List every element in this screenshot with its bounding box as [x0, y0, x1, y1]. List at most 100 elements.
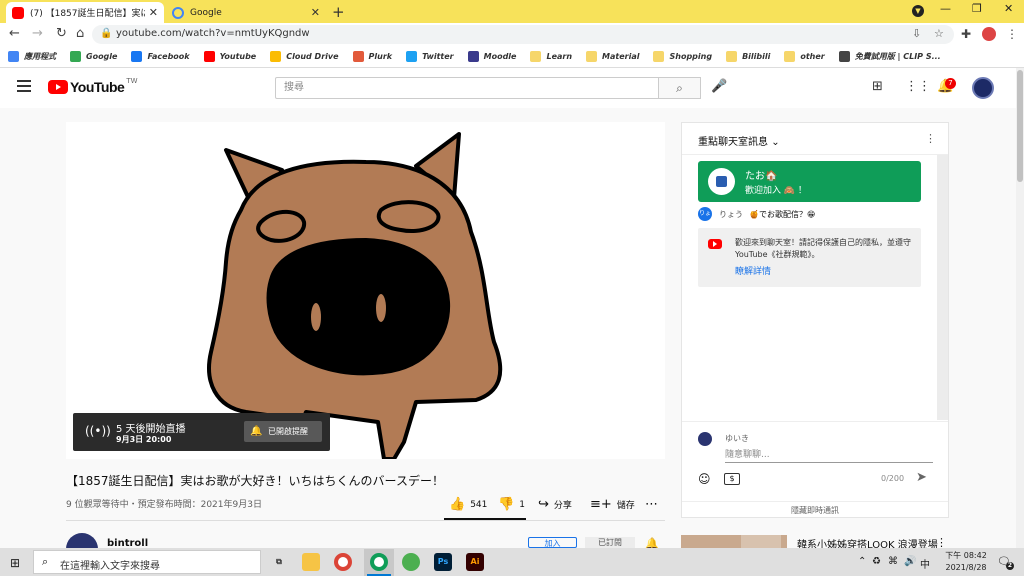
maximize-icon[interactable]: ❐	[972, 2, 982, 15]
volume-icon[interactable]: 🔊	[904, 556, 916, 567]
video-player[interactable]	[66, 122, 665, 459]
chat-input[interactable]: 隨意聊聊...	[725, 447, 933, 463]
bookmark-item[interactable]: 免費試用版 | CLIP S...	[838, 51, 941, 62]
search-input[interactable]: 搜尋	[275, 77, 659, 99]
apps-icon[interactable]: ⋮⋮	[905, 79, 931, 94]
bookmark-item[interactable]: other	[784, 51, 825, 62]
bookmark-item[interactable]: Shopping	[653, 51, 712, 62]
premiere-date: 9月3日 20:00	[116, 435, 172, 444]
ime-icon[interactable]: 中	[920, 556, 930, 571]
lock-icon[interactable]: 🔒	[100, 28, 112, 39]
thumbs-up-icon: 👍	[449, 497, 466, 512]
chat-more-icon[interactable]: ⋮	[925, 132, 936, 145]
app-icon[interactable]	[402, 553, 420, 571]
tab-google[interactable]: Google ✕	[166, 2, 326, 23]
windows-start-icon[interactable]: ⊞	[10, 556, 20, 570]
facebook-icon	[131, 51, 143, 62]
chrome-icon[interactable]	[334, 553, 352, 571]
minimize-icon[interactable]: —	[940, 2, 951, 15]
chat-mode-label: 重點聊天室訊息	[698, 137, 768, 148]
join-button[interactable]: 加入	[528, 537, 577, 548]
new-tab-button[interactable]: +	[332, 3, 345, 21]
chat-mode-dropdown[interactable]: 重點聊天室訊息 ⌄	[698, 133, 780, 148]
right-nostril	[376, 294, 386, 322]
snout	[266, 238, 451, 376]
tab-search-icon[interactable]: ▼	[912, 5, 924, 17]
input-username: ゆいき	[725, 434, 749, 443]
bookmark-item[interactable]: Youtube	[203, 51, 256, 62]
learn-more-link[interactable]: 瞭解詳情	[735, 264, 771, 277]
address-bar[interactable]: 🔒 youtube.com/watch?v=nmtUyKQgndw ⇩ ☆	[92, 25, 954, 44]
save-button[interactable]: ≡+ 儲存	[590, 497, 635, 512]
search-button[interactable]: ⌕	[659, 77, 701, 99]
bookmark-item[interactable]: Twitter	[406, 51, 454, 62]
dislike-button[interactable]: 👎 1	[498, 497, 525, 512]
google-icon	[70, 51, 81, 62]
bookmark-item[interactable]: Cloud Drive	[270, 51, 339, 62]
file-explorer-icon[interactable]	[302, 553, 320, 571]
clock[interactable]: 下午 08:42 2021/8/28	[940, 550, 992, 574]
youtube-logo[interactable]: YouTube TW	[48, 77, 138, 95]
subscribed-button[interactable]: 已訂閱	[585, 537, 635, 548]
menu-dots-icon[interactable]: ⋮	[1006, 27, 1018, 41]
save-label: 儲存	[616, 501, 635, 511]
close-window-icon[interactable]: ✕	[1004, 2, 1013, 15]
close-tab-icon[interactable]: ✕	[149, 6, 158, 19]
windows-taskbar: ⊞ ⌕ 在這裡輸入文字來搜尋 ⧉ Ps Ai ⌃ ♻ ⌘ 🔊 中 下午 08:4…	[0, 548, 1024, 576]
bookmark-item[interactable]: Moodle	[467, 51, 517, 62]
bookmark-item[interactable]: Bilibili	[726, 51, 770, 62]
bookmark-item[interactable]: Facebook	[131, 51, 190, 62]
twitter-icon	[406, 51, 418, 62]
bookmark-item[interactable]: Material	[586, 51, 639, 62]
emoji-icon[interactable]: ☺	[698, 472, 711, 486]
bookmark-label: Moodle	[483, 52, 517, 61]
taskbar-search[interactable]: ⌕ 在這裡輸入文字來搜尋	[33, 550, 261, 574]
like-button[interactable]: 👍 541	[449, 497, 487, 512]
reminder-button[interactable]: 🔔 已開啟提醒	[244, 421, 322, 442]
send-icon[interactable]: ➤	[916, 470, 927, 485]
super-chat-icon[interactable]: $	[724, 473, 740, 485]
close-tab-icon[interactable]: ✕	[311, 6, 320, 19]
bookmark-star-icon[interactable]: ☆	[934, 27, 944, 40]
bookmark-item[interactable]: Learn	[530, 51, 572, 62]
reload-icon[interactable]: ↻	[56, 26, 67, 41]
profile-avatar[interactable]	[982, 27, 996, 41]
task-view-icon[interactable]: ⧉	[270, 553, 288, 571]
bookmark-label: Learn	[546, 52, 573, 61]
action-center-icon[interactable]: 🗨 2	[997, 555, 1014, 570]
photoshop-icon[interactable]: Ps	[434, 553, 452, 571]
create-video-icon[interactable]: ⊞	[872, 79, 883, 94]
account-avatar[interactable]	[972, 77, 994, 99]
home-icon[interactable]: ⌂	[76, 26, 84, 41]
bookmark-label: Cloud Drive	[286, 52, 339, 61]
illustrator-icon[interactable]: Ai	[466, 553, 484, 571]
voice-search-icon[interactable]: 🎤	[711, 79, 727, 94]
network-icon[interactable]: ⌘	[888, 556, 898, 567]
tray-chevron-icon[interactable]: ⌃	[858, 556, 866, 567]
bookmark-label: 應用程式	[24, 52, 56, 61]
bookmark-item[interactable]: 應用程式	[8, 51, 56, 62]
more-actions-button[interactable]: ⋯	[645, 497, 663, 512]
chat-welcome-notice: 歡迎來到聊天室！請記得保護自己的隱私，並遵守 YouTube《社群規範》。 瞭解…	[698, 228, 921, 287]
chat-scrollbar[interactable]	[937, 155, 948, 420]
install-app-icon[interactable]: ⇩	[912, 27, 921, 40]
bookmark-label: Bilibili	[742, 52, 771, 61]
youtube-icon	[708, 239, 722, 249]
forward-icon[interactable]: →	[32, 26, 43, 41]
tab-youtube[interactable]: (7) 【1857誕生日配信】実はお ✕	[6, 2, 164, 23]
page-scrollbar-thumb[interactable]	[1017, 70, 1023, 182]
bookmark-item[interactable]: Plurk	[352, 51, 392, 62]
bookmark-item[interactable]: Google	[70, 51, 117, 62]
extensions-icon[interactable]: ✚	[961, 27, 971, 41]
menu-icon[interactable]	[17, 80, 31, 92]
left-eye	[256, 209, 307, 243]
left-nostril	[311, 303, 321, 331]
country-code: TW	[126, 77, 138, 85]
share-button[interactable]: ↪ 分享	[538, 497, 572, 512]
hide-chat-button[interactable]: 隱藏即時通訊	[682, 501, 948, 518]
chrome-active-icon[interactable]	[370, 553, 388, 571]
recommended-thumbnail[interactable]	[681, 535, 787, 548]
bookmark-label: Material	[602, 52, 640, 61]
back-icon[interactable]: ←	[9, 26, 20, 41]
tray-app-icon[interactable]: ♻	[872, 556, 881, 567]
